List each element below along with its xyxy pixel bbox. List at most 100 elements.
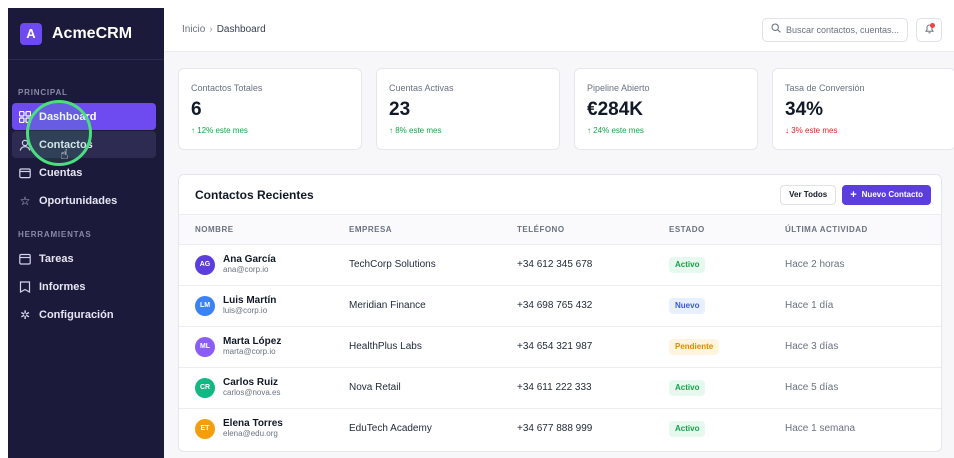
person-info: Carlos Ruiz carlos@nova.es: [223, 377, 280, 398]
person: ET Elena Torres elena@edu.org: [195, 418, 349, 439]
table-row[interactable]: CR Carlos Ruiz carlos@nova.es Nova Retail +3…: [179, 367, 941, 409]
sidebar-item-configuracion[interactable]: ✲ Configuración: [12, 301, 156, 328]
status-badge: Activo: [669, 379, 706, 396]
table-row[interactable]: AG Ana García ana@corp.io TechCorp Solution…: [179, 244, 941, 286]
contact-email: carlos@nova.es: [223, 388, 281, 397]
contact-email: ana@corp.io: [223, 265, 269, 274]
notification-dot: [930, 22, 935, 28]
contact-name[interactable]: Ana García: [223, 254, 276, 265]
plus-icon: +: [850, 188, 857, 201]
folder-icon: [18, 166, 32, 180]
nav-herramientas: Tareas Informes ✲ Configuración: [8, 245, 164, 328]
person-info: Marta López marta@corp.io: [223, 336, 281, 357]
grid-icon: [18, 110, 32, 124]
section-title-principal: PRINCIPAL: [18, 88, 68, 97]
cell-telefono: +34 677 888 999: [517, 423, 593, 435]
cell-nombre: AG Ana García ana@corp.io: [179, 244, 349, 286]
cell-nombre: CR Carlos Ruiz carlos@nova.es: [179, 367, 349, 409]
sidebar-item-tareas[interactable]: Tareas: [12, 245, 156, 272]
report-icon: [18, 280, 32, 294]
brand-logo: A: [20, 22, 42, 45]
new-contact-button[interactable]: + Nuevo Contacto: [842, 184, 931, 205]
table-row[interactable]: LM Luis Martín luis@corp.io Meridian Financ…: [179, 285, 941, 327]
avatar: AG: [195, 254, 215, 275]
column-header-ultima-actividad[interactable]: ÚLTIMA ACTIVIDAD: [785, 215, 941, 245]
sidebar-item-dashboard[interactable]: Dashboard: [12, 103, 156, 130]
avatar: LM: [195, 295, 215, 316]
breadcrumb: Inicio › Dashboard: [182, 24, 266, 35]
cell-empresa: Meridian Finance: [349, 285, 517, 327]
section-title-herramientas: HERRAMIENTAS: [18, 230, 92, 239]
stat-card-contactos-totales: Contactos Totales 6 ↑ 12% este mes: [178, 68, 362, 150]
cell-nombre: ET Elena Torres elena@edu.org: [179, 408, 349, 449]
status-badge: Pendiente: [669, 338, 720, 355]
stat-change: ↑ 8% este mes: [389, 126, 442, 135]
cell-empresa: TechCorp Solutions: [349, 244, 517, 286]
cell-ultima-actividad: Hace 3 días: [785, 326, 941, 368]
person: LM Luis Martín luis@corp.io: [195, 295, 349, 316]
column-header-empresa[interactable]: EMPRESA: [349, 215, 517, 245]
status-badge: Nuevo: [669, 297, 706, 314]
cell-empresa: HealthPlus Labs: [349, 326, 517, 368]
table-row[interactable]: ET Elena Torres elena@edu.org EduTech Acade…: [179, 408, 941, 449]
sidebar-item-label: Oportunidades: [39, 194, 118, 207]
cell-telefono: +34 698 765 432: [517, 285, 669, 327]
breadcrumb-separator: ›: [209, 24, 213, 35]
recent-contacts-panel: Contactos Recientes Ver Todos + Nuevo Co…: [178, 174, 942, 452]
new-contact-label: Nuevo Contacto: [861, 190, 923, 199]
breadcrumb-current: Dashboard: [216, 24, 266, 35]
stats-row: Contactos Totales 6 ↑ 12% este mes Cuent…: [178, 68, 954, 150]
topbar: Inicio › Dashboard Buscar contactos, cue…: [164, 8, 954, 52]
search-icon: [771, 23, 781, 36]
breadcrumb-home[interactable]: Inicio: [182, 24, 205, 35]
stat-label: Pipeline Abierto: [587, 83, 650, 93]
gear-icon: ✲: [19, 307, 31, 322]
table-row[interactable]: ML Marta López marta@corp.io HealthPlus Lab…: [179, 326, 941, 368]
column-header-telefono[interactable]: TELÉFONO: [517, 215, 669, 245]
sidebar-item-informes[interactable]: Informes: [12, 273, 156, 300]
panel-header: Contactos Recientes Ver Todos + Nuevo Co…: [179, 175, 941, 215]
stat-value: 23: [389, 99, 411, 120]
stat-label: Cuentas Activas: [389, 83, 454, 93]
search-input[interactable]: Buscar contactos, cuentas...: [762, 17, 908, 42]
sidebar: A AcmeCRM PRINCIPAL Dashboard Contactos: [8, 8, 164, 458]
sidebar-item-label: Cuentas: [39, 166, 83, 179]
cell-telefono: +34 611 222 333: [517, 367, 669, 409]
contact-name[interactable]: Luis Martín: [223, 295, 276, 306]
contact-email: marta@corp.io: [223, 347, 276, 356]
person: ML Marta López marta@corp.io: [195, 336, 349, 357]
star-icon: ☆: [19, 193, 31, 208]
brand-name: AcmeCRM: [52, 24, 133, 42]
main-content: Inicio › Dashboard Buscar contactos, cue…: [164, 8, 954, 458]
cell-ultima-actividad: Hace 5 días: [785, 367, 941, 409]
stat-card-cuentas-activas: Cuentas Activas 23 ↑ 8% este mes: [376, 68, 560, 150]
view-all-button[interactable]: Ver Todos: [780, 184, 837, 205]
person: CR Carlos Ruiz carlos@nova.es: [195, 377, 349, 398]
panel-title: Contactos Recientes: [195, 187, 314, 202]
brand[interactable]: A AcmeCRM: [8, 8, 164, 60]
sidebar-item-contactos[interactable]: Contactos: [12, 131, 156, 158]
cell-estado: Activo: [669, 367, 785, 409]
sidebar-item-cuentas[interactable]: Cuentas: [12, 159, 156, 186]
sidebar-item-label: Tareas: [39, 252, 74, 265]
cell-estado: Pendiente: [669, 326, 785, 368]
person-info: Elena Torres elena@edu.org: [223, 418, 283, 439]
contact-name[interactable]: Elena Torres: [223, 418, 283, 429]
cell-estado: Activo: [669, 244, 785, 286]
sidebar-item-oportunidades[interactable]: ☆ Oportunidades: [12, 187, 156, 214]
nav-principal: Dashboard Contactos Cuentas ☆ Oportunida…: [8, 103, 164, 214]
notifications-button[interactable]: [916, 17, 942, 42]
column-header-estado[interactable]: ESTADO: [669, 215, 785, 245]
contact-name[interactable]: Marta López: [223, 336, 281, 347]
avatar: ET: [195, 418, 215, 439]
search-placeholder: Buscar contactos, cuentas...: [786, 24, 900, 35]
stat-change: ↑ 12% este mes: [191, 126, 248, 135]
cell-empresa: Nova Retail: [349, 367, 517, 409]
stat-change: ↑ 24% este mes: [587, 126, 644, 135]
person-info: Ana García ana@corp.io: [223, 254, 276, 275]
contact-email: elena@edu.org: [223, 429, 278, 439]
contact-name[interactable]: Carlos Ruiz: [223, 377, 280, 388]
stat-label: Tasa de Conversión: [785, 83, 865, 93]
stat-card-tasa-conversion: Tasa de Conversión 34% ↓ 3% este mes: [772, 68, 954, 150]
column-header-nombre[interactable]: NOMBRE: [179, 215, 349, 245]
